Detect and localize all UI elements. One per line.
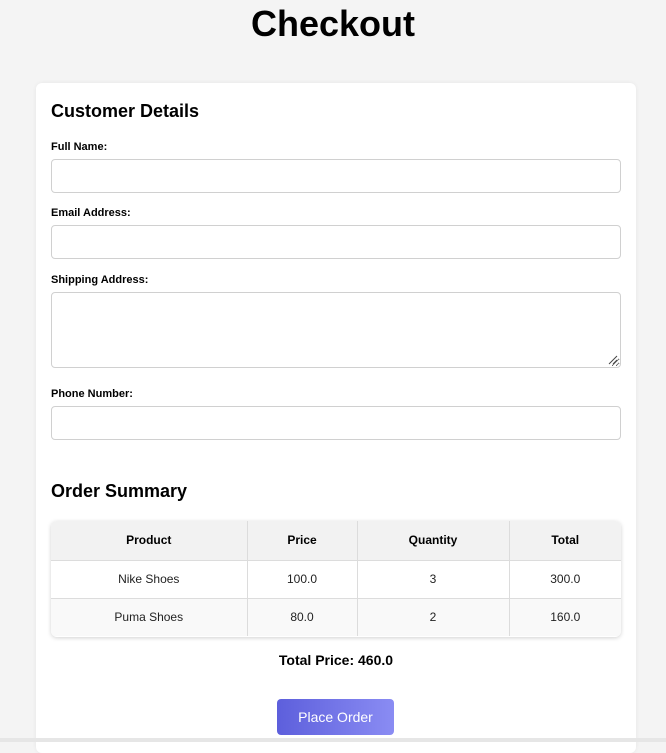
- customer-details-heading: Customer Details: [51, 101, 200, 121]
- table-row: Nike Shoes 100.0 3 300.0: [51, 560, 621, 599]
- total-cell: 160.0: [509, 598, 621, 636]
- shipping-address-wrapper: [51, 292, 621, 368]
- total-cell: 300.0: [509, 560, 621, 599]
- quantity-cell: 2: [357, 598, 510, 636]
- phone-number-label: Phone Number:: [51, 388, 133, 400]
- email-label: Email Address:: [51, 207, 131, 219]
- order-summary-heading: Order Summary: [51, 481, 188, 501]
- shipping-address-label: Shipping Address:: [51, 274, 149, 286]
- product-cell: Puma Shoes: [51, 598, 248, 636]
- email-input[interactable]: [51, 225, 621, 259]
- price-cell: 80.0: [247, 598, 358, 636]
- total-price: Total Price: 460.0: [278, 652, 394, 668]
- full-name-input[interactable]: [51, 159, 621, 193]
- quantity-cell: 3: [357, 560, 510, 599]
- full-name-label: Full Name:: [51, 141, 108, 153]
- place-order-button[interactable]: Place Order: [277, 699, 394, 735]
- page-title: Checkout: [250, 3, 416, 44]
- column-header-product: Product: [51, 521, 248, 561]
- order-summary-table: Product Price Quantity Total Nike Shoes …: [51, 521, 621, 637]
- table-header-row: Product Price Quantity Total: [51, 521, 621, 561]
- column-header-price: Price: [247, 521, 358, 561]
- table-row: Puma Shoes 80.0 2 160.0: [51, 598, 621, 636]
- price-cell: 100.0: [247, 560, 358, 599]
- column-header-total: Total: [509, 521, 621, 561]
- horizontal-scrollbar[interactable]: [0, 738, 666, 742]
- column-header-quantity: Quantity: [357, 521, 510, 561]
- checkout-card: Customer Details Full Name: Email Addres…: [36, 83, 636, 753]
- phone-number-input[interactable]: [51, 406, 621, 440]
- product-cell: Nike Shoes: [51, 560, 248, 599]
- shipping-address-textarea[interactable]: [51, 292, 621, 368]
